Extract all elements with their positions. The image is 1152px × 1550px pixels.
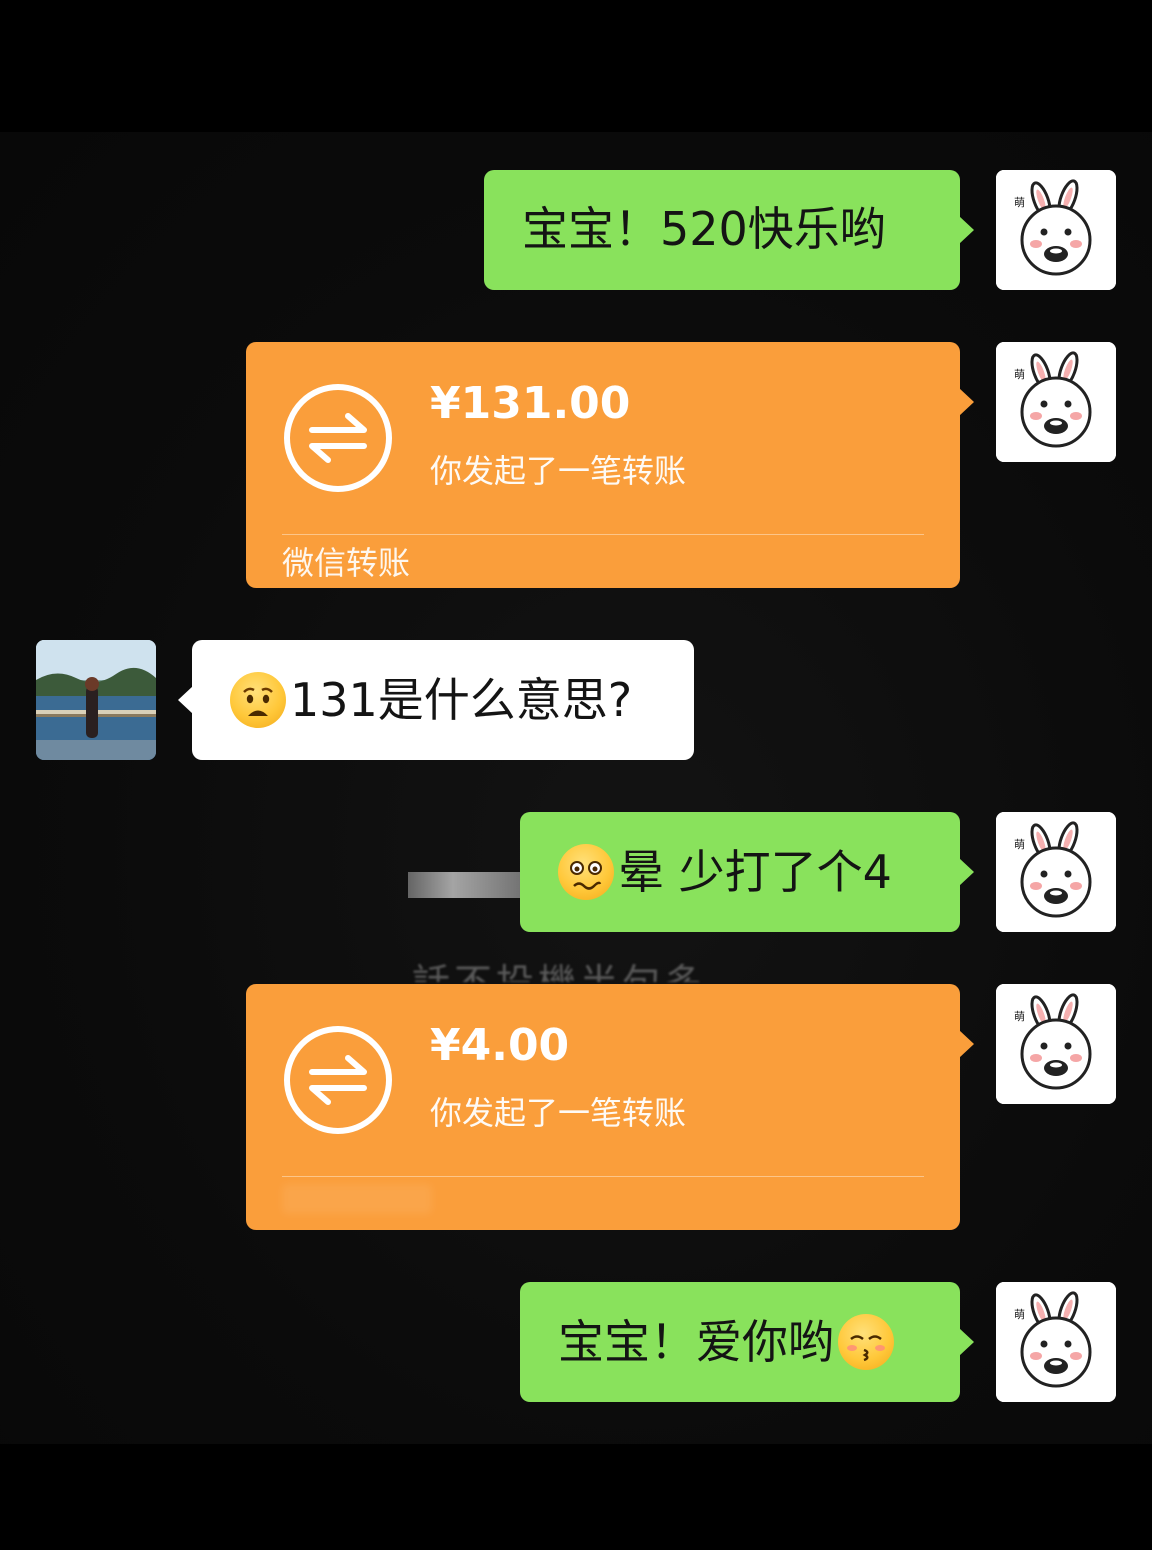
transfer-arrows-icon [284, 384, 392, 492]
sent-text-bubble[interactable]: 宝宝！爱你哟 [520, 1282, 974, 1402]
bunny-avatar-icon: 萌 [996, 170, 1116, 290]
transfer-divider [282, 1176, 924, 1177]
self-avatar[interactable]: 萌 [996, 1282, 1116, 1402]
transfer-card[interactable]: ¥4.00 你发起了一笔转账 [246, 984, 974, 1230]
svg-text:萌: 萌 [1014, 1307, 1025, 1321]
woozy-face-icon [558, 844, 614, 900]
bubble-tail [959, 1030, 974, 1058]
transfer-footer-blurred [282, 1184, 432, 1214]
self-avatar[interactable]: 萌 [996, 812, 1116, 932]
transfer-amount: ¥131.00 [430, 378, 631, 429]
sent-text-bubble[interactable]: 晕 少打了个4 [520, 812, 974, 932]
transfer-amount: ¥4.00 [430, 1020, 570, 1071]
self-avatar[interactable]: 萌 [996, 342, 1116, 462]
chat-area[interactable] [0, 132, 1152, 1444]
transfer-footer-label: 微信转账 [282, 544, 411, 582]
self-avatar[interactable]: 萌 [996, 984, 1116, 1104]
transfer-arrows-icon [284, 1026, 392, 1134]
contact-avatar[interactable] [36, 640, 156, 760]
message-text: 131是什么意思? [290, 673, 633, 727]
svg-text:萌: 萌 [1014, 367, 1025, 381]
kissing-face-icon [838, 1314, 894, 1370]
bubble-tail [959, 858, 974, 886]
bubble-tail [959, 216, 974, 244]
message-text: 宝宝！爱你哟 [558, 1315, 834, 1369]
lake-photo-avatar-icon [36, 640, 156, 760]
bunny-avatar-icon: 萌 [996, 812, 1116, 932]
watermark-text: 話不投機半句多 [412, 952, 706, 982]
svg-text:萌: 萌 [1014, 195, 1025, 209]
bubble-tail [959, 1328, 974, 1356]
svg-text:萌: 萌 [1014, 1009, 1025, 1023]
anxious-face-icon [230, 672, 286, 728]
watermark-bar [408, 872, 520, 898]
svg-text:萌: 萌 [1014, 837, 1025, 851]
bubble-tail [959, 388, 974, 416]
self-avatar[interactable]: 萌 [996, 170, 1116, 290]
received-text-bubble[interactable]: 131是什么意思? [178, 640, 694, 760]
transfer-subtitle: 你发起了一笔转账 [430, 452, 687, 490]
bubble-tail [178, 686, 193, 714]
message-text: 晕 少打了个4 [618, 845, 892, 899]
sent-text-bubble[interactable]: 宝宝！520快乐哟 [484, 170, 974, 290]
message-text: 宝宝！520快乐哟 [522, 202, 886, 256]
transfer-card[interactable]: ¥131.00 你发起了一笔转账 微信转账 [246, 342, 974, 588]
bunny-avatar-icon: 萌 [996, 342, 1116, 462]
bunny-avatar-icon: 萌 [996, 984, 1116, 1104]
bottom-black-band [0, 1444, 1152, 1550]
bunny-avatar-icon: 萌 [996, 1282, 1116, 1402]
transfer-subtitle: 你发起了一笔转账 [430, 1094, 687, 1132]
transfer-divider [282, 534, 924, 535]
top-black-band [0, 0, 1152, 132]
